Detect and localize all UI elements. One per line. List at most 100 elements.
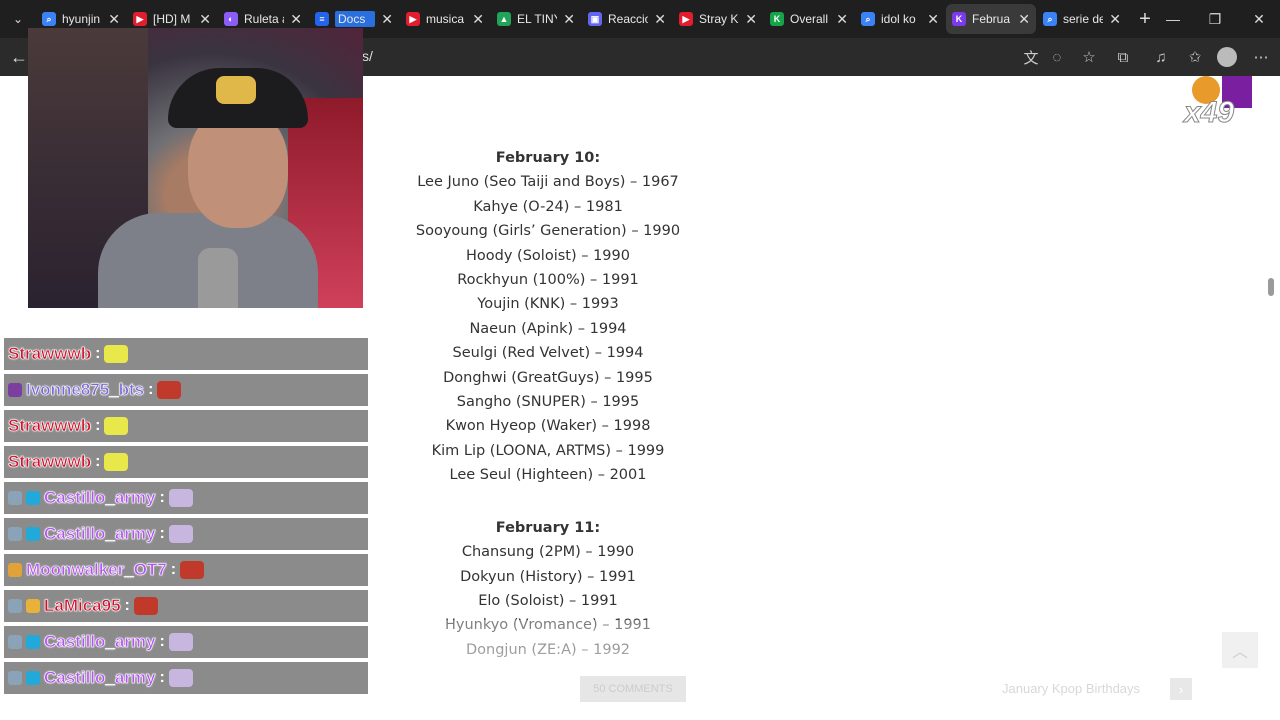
tab-close-icon[interactable]: ✕ xyxy=(836,11,848,28)
user-badge-icon xyxy=(26,635,40,649)
tab-close-icon[interactable]: ✕ xyxy=(199,11,211,28)
tab-close-icon[interactable]: ✕ xyxy=(745,11,757,28)
read-aloud-icon[interactable]: ◌ xyxy=(1046,46,1068,68)
profile-avatar[interactable] xyxy=(1216,46,1238,68)
date-heading: February 11: xyxy=(495,519,601,536)
tab-close-icon[interactable]: ✕ xyxy=(381,11,393,28)
translate-icon[interactable]: 文 xyxy=(1020,46,1042,68)
tab-title: idol ko xyxy=(881,12,916,26)
user-badge-icon xyxy=(8,383,22,397)
birthday-entry: Donghwi (GreatGuys) – 1995 xyxy=(443,369,653,386)
user-badge-icon xyxy=(26,671,40,685)
birthday-entry: Kwon Hyeop (Waker) – 1998 xyxy=(445,418,651,435)
birthday-entry: Chansung (2PM) – 1990 xyxy=(461,544,635,561)
tab-favicon-icon: ◐ xyxy=(224,12,238,26)
tab-close-icon[interactable]: ✕ xyxy=(290,11,302,28)
tab-close-icon[interactable]: ✕ xyxy=(472,11,484,28)
date-heading: February 10: xyxy=(495,150,601,166)
more-menu-icon[interactable]: ⋯ xyxy=(1250,46,1272,68)
next-arrow-icon[interactable]: › xyxy=(1170,678,1192,700)
back-arrow-icon[interactable]: ← xyxy=(8,46,30,68)
close-window-button[interactable]: ✕ xyxy=(1238,0,1280,38)
tab-close-icon[interactable]: ✕ xyxy=(927,11,939,28)
tab-favicon-icon: ▶ xyxy=(406,12,420,26)
chat-message: Castillo_army: xyxy=(4,518,368,550)
chat-username: Strawwwb xyxy=(8,344,92,364)
minimize-button[interactable]: — xyxy=(1152,0,1194,38)
media-control-icon[interactable]: ♫ xyxy=(1150,46,1172,68)
tab-title: Stray Ki xyxy=(699,12,740,26)
tab-favicon-icon: ▣ xyxy=(588,12,602,26)
chat-separator: : xyxy=(95,453,101,470)
tab-close-icon[interactable]: ✕ xyxy=(654,11,666,28)
avatar xyxy=(1217,47,1237,67)
tab-10[interactable]: K Februa ✕ xyxy=(946,4,1036,34)
tab-title: Februa xyxy=(972,12,1011,26)
chat-username: Castillo_army xyxy=(44,668,156,688)
tab-favicon-icon: ⌕ xyxy=(861,12,875,26)
tab-title: Ruleta a xyxy=(244,12,285,26)
user-badge-icon xyxy=(8,527,22,541)
next-post-link[interactable]: January Kpop Birthdays xyxy=(1002,681,1140,696)
birthday-entry: Youjin (KNK) – 1993 xyxy=(477,296,619,313)
tab-title: [HD] M xyxy=(153,12,191,26)
comments-button[interactable]: 50 COMMENTS xyxy=(580,676,686,702)
chat-username: Castillo_army xyxy=(44,488,156,508)
chat-emote-icon xyxy=(104,417,129,435)
chat-separator: : xyxy=(159,633,165,650)
chat-message: Moonwalker_OT7: xyxy=(4,554,368,586)
tab-close-icon[interactable]: ✕ xyxy=(1109,11,1121,28)
tab-8[interactable]: K Overall ✕ xyxy=(764,4,854,34)
chat-username: Moonwalker_OT7 xyxy=(26,560,167,580)
extensions-icon[interactable]: ⧉ xyxy=(1112,46,1134,68)
birthday-entry: Lee Juno (Seo Taiji and Boys) – 1967 xyxy=(417,174,679,191)
chat-separator: : xyxy=(124,597,130,614)
user-badge-icon xyxy=(26,491,40,505)
tab-5[interactable]: ▲ EL TINY ✕ xyxy=(491,4,581,34)
chat-separator: : xyxy=(159,489,165,506)
tab-close-icon[interactable]: ✕ xyxy=(108,11,120,28)
chat-message: Castillo_army: xyxy=(4,662,368,694)
chat-separator: : xyxy=(159,669,165,686)
birthday-entry: Sangho (SNUPER) – 1995 xyxy=(456,394,640,411)
tab-favicon-icon: ⌕ xyxy=(1043,12,1057,26)
tab-7[interactable]: ▶ Stray Ki ✕ xyxy=(673,4,763,34)
address-bar-url[interactable]: s/ xyxy=(362,48,373,64)
combo-counter: x49 xyxy=(1183,96,1235,130)
chat-username: Ivonne875_bts xyxy=(26,380,145,400)
microphone xyxy=(198,248,238,308)
favorite-star-icon[interactable]: ☆ xyxy=(1078,46,1100,68)
tab-11[interactable]: ⌕ serie de ✕ xyxy=(1037,4,1127,34)
chat-message: Castillo_army: xyxy=(4,482,368,514)
tab-title: musica xyxy=(426,12,465,26)
tab-favicon-icon: ≡ xyxy=(315,12,329,26)
stream-chat-overlay: Strawwwb: Ivonne875_bts: Strawwwb: Strawwwb… xyxy=(4,322,368,694)
scroll-to-top-button[interactable]: ︿ xyxy=(1222,632,1258,668)
tab-title: Reaccio xyxy=(608,12,649,26)
scrollbar-thumb[interactable] xyxy=(1268,278,1274,296)
user-badge-icon xyxy=(8,599,22,613)
chat-username: LaMica95 xyxy=(44,596,121,616)
tab-4[interactable]: ▶ musica ✕ xyxy=(400,4,490,34)
tab-6[interactable]: ▣ Reaccio ✕ xyxy=(582,4,672,34)
birthday-list: February 10: Lee Juno (Seo Taiji and Boys… xyxy=(398,146,698,662)
favorites-icon[interactable]: ✩ xyxy=(1184,46,1206,68)
birthday-entry: Kim Lip (LOONA, ARTMS) – 1999 xyxy=(431,442,665,459)
chat-emote-icon xyxy=(168,489,193,507)
chat-separator: : xyxy=(170,561,177,578)
tab-9[interactable]: ⌕ idol ko ✕ xyxy=(855,4,945,34)
birthday-entry: Lee Seul (Highteen) – 2001 xyxy=(449,467,647,484)
webcam-video xyxy=(28,28,363,308)
user-badge-icon xyxy=(8,563,22,577)
birthday-entry: Seulgi (Red Velvet) – 1994 xyxy=(452,345,644,362)
user-badge-icon xyxy=(26,599,40,613)
restore-button[interactable]: ❐ xyxy=(1194,0,1236,38)
tab-close-icon[interactable]: ✕ xyxy=(563,11,575,28)
chat-message: Strawwwb: xyxy=(4,410,368,442)
birthday-entry: Hoody (Soloist) – 1990 xyxy=(466,247,630,264)
scrollbar[interactable] xyxy=(1266,76,1276,720)
chat-emote-icon xyxy=(157,381,182,399)
tab-close-icon[interactable]: ✕ xyxy=(1018,11,1030,28)
chat-username: Strawwwb xyxy=(8,452,92,472)
